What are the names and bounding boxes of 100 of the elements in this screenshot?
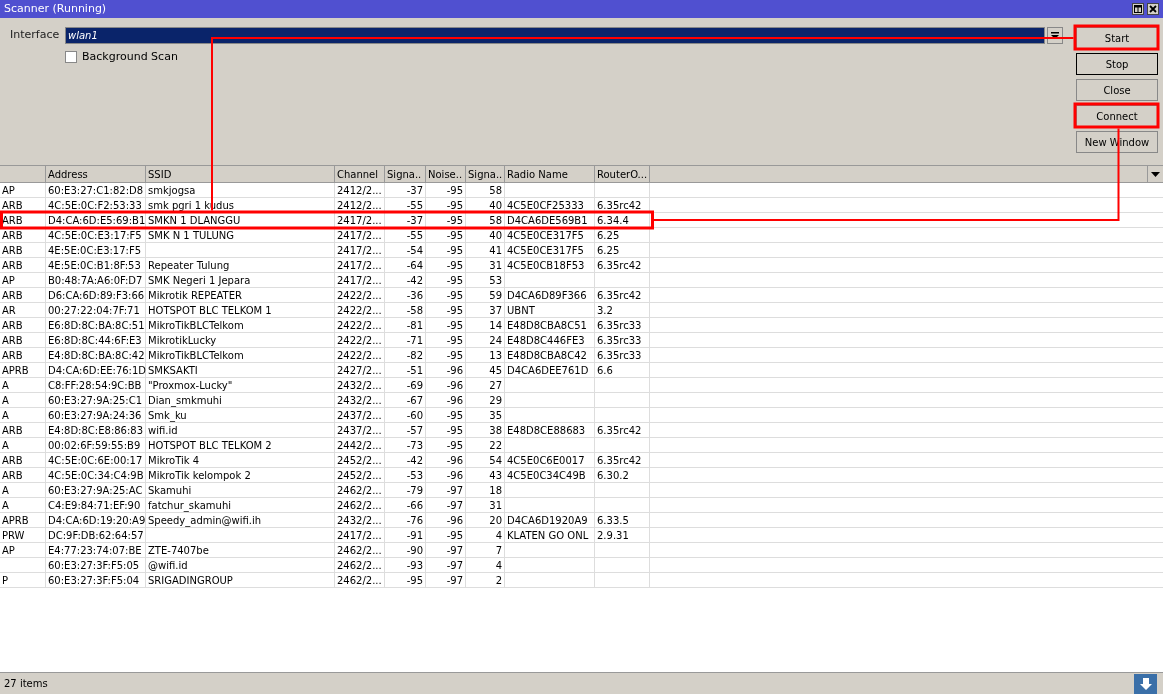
table-cell-text: 2462/2... [337, 498, 382, 513]
table-cell-text: DC:9F:DB:62:64:57 [48, 528, 144, 543]
table-cell-text: 3.2 [597, 303, 613, 318]
status-text: 27 items [4, 677, 48, 691]
table-cell-text: -95 [446, 288, 463, 303]
table-cell-text: -95 [446, 318, 463, 333]
caret-icon [1151, 171, 1160, 177]
table-cell-text: 4C:5E:0C:E3:17:F5 [48, 228, 142, 243]
table-cell-text: -42 [406, 453, 423, 468]
table-cell-text: -95 [446, 303, 463, 318]
table-cell-text: 58 [489, 213, 502, 228]
table-cell-text: -95 [446, 333, 463, 348]
table-cell-text: 4C:5E:0C:34:C4:9B [48, 468, 144, 483]
table-cell-text: -96 [446, 363, 463, 378]
table-cell-text: 6.30.2 [597, 468, 629, 483]
column-header[interactable]: Signa.. [466, 166, 505, 182]
column-header[interactable]: SSID [146, 166, 335, 182]
column-menu-button[interactable] [1147, 166, 1163, 182]
column-header[interactable]: Noise.. [426, 166, 466, 182]
table-cell-text: -36 [406, 288, 423, 303]
table-cell-text: A [2, 483, 9, 498]
table-cell-text: 4 [495, 528, 502, 543]
table-cell-text: 4C5E0CE317F5 [507, 243, 584, 258]
table-cell-text: HOTSPOT BLC TELKOM 2 [148, 438, 272, 453]
table-cell-text: -51 [406, 363, 423, 378]
table-cell-text: A [2, 438, 9, 453]
table-cell-text: -97 [446, 543, 463, 558]
action-button[interactable]: Stop [1076, 53, 1158, 75]
field-label: Interface [9, 27, 61, 44]
table-cell-text: -71 [406, 333, 423, 348]
table-cell-text: wifi.id [148, 423, 178, 438]
table-cell-text: C4:E9:84:71:EF:90 [48, 498, 141, 513]
table-cell-text: -96 [446, 513, 463, 528]
table-cell-text: A [2, 378, 9, 393]
table-cell-text: ARB [2, 288, 23, 303]
column-header[interactable]: Address [46, 166, 146, 182]
table-cell-text: smkjogsa [148, 183, 196, 198]
restore-icon [1134, 5, 1142, 13]
table-cell-text: -96 [446, 468, 463, 483]
table-cell-text: -95 [446, 423, 463, 438]
restore-button[interactable] [1132, 3, 1144, 15]
table-cell-text: 29 [489, 393, 502, 408]
table-cell-text: E48D8C446FE3 [507, 333, 585, 348]
table-cell-text: -42 [406, 273, 423, 288]
table-cell-text: -60 [406, 408, 423, 423]
table-cell-text: -95 [406, 573, 423, 588]
table-cell-text: -95 [446, 213, 463, 228]
table-cell-text: UBNT [507, 303, 535, 318]
table-cell-text: 6.35rc42 [597, 198, 642, 213]
table-cell-text: Speedy_admin@wifi.ih [148, 513, 262, 528]
table-cell-text: B0:48:7A:A6:0F:D7 [48, 273, 143, 288]
checkbox[interactable] [65, 51, 77, 64]
action-button[interactable]: Close [1076, 79, 1158, 101]
table-cell-text: ARB [2, 423, 23, 438]
table-cell-text: ARB [2, 228, 23, 243]
column-header[interactable]: Radio Name [505, 166, 595, 182]
table-cell-text: AP [2, 273, 15, 288]
table-cell-text: -76 [406, 513, 423, 528]
table-cell-text: -79 [406, 483, 423, 498]
table-cell-text: ZTE-7407be [148, 543, 209, 558]
table-cell-text: D4:CA:6D:E5:69:B1 [48, 213, 146, 228]
close-button[interactable] [1147, 3, 1159, 15]
table-cell-text: MikrotikLucky [148, 333, 217, 348]
table-cell-text: 2417/2... [337, 213, 382, 228]
table-cell-text: ARB [2, 258, 23, 273]
table-cell-text: 4C5E0C34C49B [507, 468, 586, 483]
table-cell-text: 53 [489, 273, 502, 288]
table-cell-text: -93 [406, 558, 423, 573]
table-cell-text: A [2, 408, 9, 423]
table-cell-text: APRB [2, 363, 29, 378]
table-cell-text: MikroTikBLCTelkom [148, 318, 244, 333]
table-cell-text: 6.35rc42 [597, 453, 642, 468]
table-cell-text: 2462/2... [337, 483, 382, 498]
table-cell-text: E4:77:23:74:07:BE [48, 543, 142, 558]
table-cell-text: ARB [2, 348, 23, 363]
column-header[interactable]: RouterO... [595, 166, 650, 182]
table-cell-text: -97 [446, 558, 463, 573]
table-cell-text: 2417/2... [337, 258, 382, 273]
table-cell-text: -97 [446, 483, 463, 498]
download-button[interactable] [1134, 673, 1157, 694]
table-cell-text: 2452/2... [337, 468, 382, 483]
interface-field[interactable]: wlan1 [65, 27, 1045, 44]
table-cell-text: -64 [406, 258, 423, 273]
table-cell-text: E4:8D:8C:BA:8C:42 [48, 348, 145, 363]
table-cell-text: 4E:5E:0C:B1:8F:53 [48, 258, 141, 273]
table-cell-text: 00:27:22:04:7F:71 [48, 303, 140, 318]
table-cell-text: -95 [446, 438, 463, 453]
column-header[interactable]: Signa.. [385, 166, 426, 182]
table-cell-text: 60:E3:27:3F:F5:04 [48, 573, 140, 588]
table-cell-text: 2442/2... [337, 438, 382, 453]
table-cell-text: D4CA6DEE761D [507, 363, 589, 378]
table-cell-text: MikroTik 4 [148, 453, 200, 468]
table-cell-text: AR [2, 303, 16, 318]
table-cell-text: SMKSAKTI [148, 363, 198, 378]
table-cell-text: 2417/2... [337, 228, 382, 243]
table-cell-text: D4CA6DE569B1 [507, 213, 588, 228]
table-cell-text: 2417/2... [337, 273, 382, 288]
table-cell-text: 2437/2... [337, 408, 382, 423]
window-title: Scanner (Running) [4, 0, 107, 17]
column-header[interactable]: Channel [335, 166, 385, 182]
